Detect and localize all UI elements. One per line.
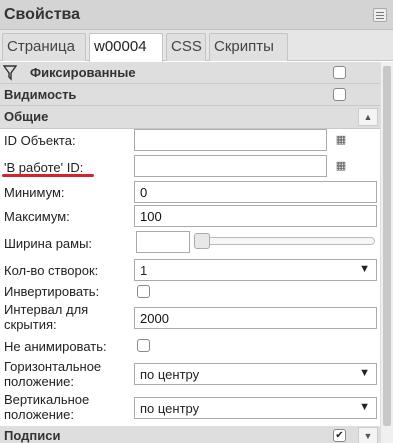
hide-interval-input[interactable]: 2000 (134, 307, 377, 329)
section-visibility-label: Видимость (4, 87, 77, 102)
no-animate-checkbox[interactable] (137, 339, 150, 352)
section-visibility-checkbox[interactable] (333, 88, 346, 101)
scrollbar-thumb[interactable] (383, 66, 391, 426)
leaf-count-select[interactable]: 1 ▼ (134, 259, 377, 281)
leaf-count-value: 1 (140, 263, 148, 278)
tab-page[interactable]: Страница (2, 33, 86, 61)
invert-checkbox[interactable] (137, 285, 150, 298)
filter-icon (3, 65, 17, 81)
vertical-scrollbar[interactable] (380, 62, 393, 443)
invert-label: Инвертировать: (4, 284, 100, 299)
no-animate-label: Не анимировать: (4, 339, 107, 354)
list-picker-icon[interactable]: ▦ (333, 132, 349, 148)
tab-scripts[interactable]: Скрипты (209, 33, 288, 61)
minimum-label: Минимум: (4, 185, 65, 200)
tab-widget[interactable]: w00004 (89, 33, 163, 62)
dropdown-arrow-icon: ▼ (359, 367, 370, 379)
h-position-label-1: Горизонтальное (4, 359, 102, 374)
section-fixed-checkbox[interactable] (333, 66, 346, 79)
v-position-value: по центру (140, 401, 200, 416)
section-captions[interactable]: Подписи ✔ ▼ (0, 426, 380, 443)
collapse-up-icon[interactable]: ▲ (358, 108, 378, 126)
slider-handle[interactable] (194, 233, 210, 249)
section-visibility[interactable]: Видимость (0, 84, 380, 106)
highlight-underline (2, 174, 94, 177)
properties-scroll-area: Фиксированные Видимость Общие ▲ ID Объек… (0, 62, 393, 443)
border-width-label: Ширина рамы: (4, 236, 93, 251)
section-fixed-label: Фиксированные (30, 65, 136, 80)
v-position-select[interactable]: по центру ▼ (134, 397, 377, 419)
object-id-input[interactable] (134, 129, 327, 151)
panel-title: Свойства (4, 6, 81, 23)
border-width-slider[interactable] (194, 237, 375, 245)
working-id-input[interactable] (134, 155, 327, 177)
h-position-label-2: положение: (4, 374, 75, 389)
expand-down-icon[interactable]: ▼ (358, 427, 378, 443)
dropdown-arrow-icon: ▼ (359, 263, 370, 275)
maximum-input[interactable]: 100 (134, 205, 377, 227)
minimum-input[interactable]: 0 (134, 181, 377, 203)
section-fixed[interactable]: Фиксированные (0, 62, 380, 84)
v-position-label-1: Вертикальное (4, 392, 90, 407)
list-picker-icon[interactable]: ▦ (333, 158, 349, 174)
object-id-label: ID Объекта: (4, 133, 76, 148)
section-captions-checkbox[interactable]: ✔ (333, 429, 346, 442)
working-id-label: 'В работе' ID: (4, 160, 84, 175)
border-width-input[interactable] (136, 231, 190, 253)
hide-interval-label-1: Интервал для (4, 302, 89, 317)
hide-interval-label-2: скрытия: (4, 317, 57, 332)
section-general[interactable]: Общие ▲ (0, 106, 380, 129)
dropdown-arrow-icon: ▼ (359, 401, 370, 413)
leaf-count-label: Кол-во створок: (4, 263, 99, 278)
section-captions-label: Подписи (4, 428, 61, 443)
section-general-label: Общие (4, 109, 49, 124)
panel-titlebar: Свойства (0, 0, 393, 30)
v-position-label-2: положение: (4, 407, 75, 422)
hamburger-icon[interactable] (373, 8, 387, 22)
h-position-select[interactable]: по центру ▼ (134, 363, 377, 385)
maximum-label: Максимум: (4, 209, 70, 224)
tab-css[interactable]: CSS (166, 33, 206, 61)
h-position-value: по центру (140, 367, 200, 382)
tab-bar: Страница w00004 CSS Скрипты (0, 30, 393, 62)
